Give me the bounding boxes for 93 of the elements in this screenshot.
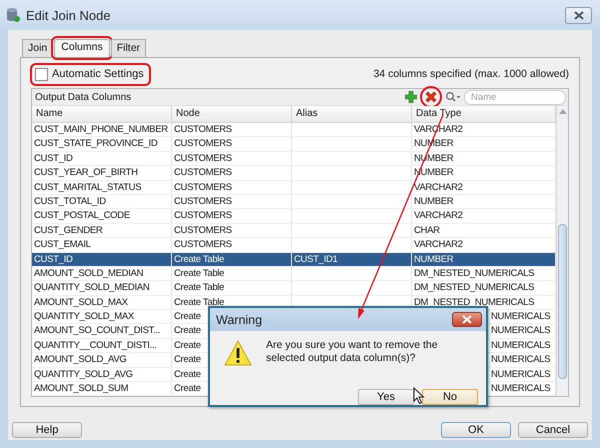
table-cell: CUSTOMERS <box>174 166 232 180</box>
delete-icon <box>425 91 437 103</box>
table-cell: AMOUNT_SOLD_SUM <box>34 382 128 396</box>
dialog-button[interactable]: No <box>422 389 478 405</box>
table-cell: QUANTITY_SOLD_AVG <box>34 368 133 381</box>
table-cell: CUST_ID <box>34 252 73 266</box>
table-cell: CUST_ID1 <box>294 252 338 266</box>
warning-icon <box>224 340 252 366</box>
table-cell: CUSTOMERS <box>174 152 232 165</box>
close-button[interactable] <box>452 312 482 327</box>
table-cell: QUANTITY_SOLD_MEDIAN <box>34 281 150 294</box>
close-icon <box>462 315 472 324</box>
table-cell: CUSTOMERS <box>174 238 232 252</box>
column-header[interactable]: Node <box>172 106 292 122</box>
column-count-text: 34 columns specified (max. 1000 allowed) <box>373 68 569 80</box>
dialog-button[interactable]: OK <box>441 422 511 438</box>
database-icon <box>6 7 20 23</box>
table-row[interactable]: CUST_MARITAL_STATUS CUSTOMERS VARCHAR2 <box>32 180 556 195</box>
table-cell: CUST_MARITAL_STATUS <box>34 180 142 194</box>
scrollbar-thumb[interactable] <box>558 224 567 379</box>
table-cell: CHAR <box>414 224 440 237</box>
table-cell: CUST_GENDER <box>34 224 102 237</box>
add-icon <box>404 91 416 103</box>
dialog-button[interactable]: Cancel <box>518 422 588 438</box>
table-cell: CUST_YEAR_OF_BIRTH <box>34 166 138 180</box>
table-cell: NUMERICALS <box>491 368 550 381</box>
table-cell: Create <box>174 368 201 381</box>
table-cell: NUMERICALS <box>491 353 550 366</box>
table-cell: Create Table <box>174 296 224 309</box>
scrollbar[interactable] <box>556 106 568 396</box>
window-title: Edit Join Node <box>26 8 112 22</box>
table-cell: CUSTOMERS <box>174 194 232 208</box>
table-cell: Create <box>174 310 201 324</box>
table-row[interactable]: CUST_ID Create Table CUST_ID1 NUMBER <box>32 252 556 267</box>
table-cell: CUST_EMAIL <box>34 238 91 252</box>
table-cell: CUST_POSTAL_CODE <box>34 209 130 222</box>
help-button[interactable]: Help <box>12 422 82 438</box>
table-row[interactable]: CUST_GENDER CUSTOMERS CHAR <box>32 224 556 238</box>
table-cell: NUMBER <box>414 194 454 208</box>
table-cell: CUSTOMERS <box>174 209 232 222</box>
table-cell: Create Table <box>174 266 224 280</box>
table-cell: Create Table <box>174 252 224 266</box>
dialog-message: Are you sure you want to remove the selected output data column(s)? <box>266 339 439 366</box>
table-cell: NUMERICALS <box>491 382 550 396</box>
dialog-title: Warning <box>216 312 264 326</box>
table-cell: CUST_TOTAL_ID <box>34 194 106 208</box>
table-cell: NUMERICALS <box>491 310 550 324</box>
table-cell: CUSTOMERS <box>174 180 232 194</box>
dialog-button[interactable]: Yes <box>358 389 414 405</box>
table-cell: CUST_MAIN_PHONE_NUMBER <box>34 123 168 136</box>
table-cell: VARCHAR2 <box>414 209 463 222</box>
table-cell: DM_NESTED_NUMERICALS <box>414 281 534 294</box>
table-cell: Create Table <box>174 281 224 294</box>
close-icon <box>574 10 584 20</box>
table-cell: CUSTOMERS <box>174 123 232 136</box>
table-row[interactable]: CUST_TOTAL_ID CUSTOMERS NUMBER <box>32 194 556 210</box>
mouse-pointer-icon <box>413 387 425 405</box>
table-row[interactable]: QUANTITY_SOLD_MEDIAN Create Table DM_NESTED_NUMERICALS <box>32 281 556 296</box>
table-row[interactable]: CUST_POSTAL_CODE CUSTOMERS VARCHAR2 <box>32 209 556 224</box>
table-cell: AMOUNT_SOLD_MEDIAN <box>34 266 144 280</box>
tab[interactable]: Join <box>22 39 54 57</box>
table-cell: Create <box>174 353 201 366</box>
close-button[interactable] <box>565 6 592 24</box>
table-cell: VARCHAR2 <box>414 238 463 252</box>
search-field[interactable]: Name <box>464 90 566 104</box>
search-icon[interactable] <box>445 91 461 103</box>
table-cell: CUST_ID <box>34 152 73 165</box>
table-cell: CUST_STATE_PROVINCE_ID <box>34 137 158 150</box>
table-cell: Create <box>174 382 201 396</box>
automatic-settings-checkbox[interactable]: Automatic Settings <box>33 66 148 82</box>
scroll-up-icon[interactable] <box>559 109 567 114</box>
table-cell: AMOUNT_SOLD_MAX <box>34 296 128 309</box>
table-cell: DM_NESTED_NUMERICALS <box>414 296 534 309</box>
table-cell: Create <box>174 338 201 352</box>
column-header[interactable]: Name <box>32 106 172 122</box>
tab[interactable]: Filter <box>110 39 146 57</box>
table-cell: NUMERICALS <box>491 338 550 352</box>
table-cell: QUANTITY_SOLD_MAX <box>34 310 134 324</box>
table-cell: NUMBER <box>414 252 454 266</box>
table-cell: QUANTITY__COUNT_DISTI... <box>34 338 157 352</box>
table-row[interactable]: AMOUNT_SOLD_MEDIAN Create Table DM_NESTED_NUMERICALS <box>32 266 556 282</box>
table-cell: DM_NESTED_NUMERICALS <box>414 266 534 280</box>
table-cell: CUSTOMERS <box>174 224 232 237</box>
table-cell: NUMERICALS <box>491 324 550 338</box>
table-cell: AMOUNT_SO_COUNT_DIST... <box>34 324 160 338</box>
table-cell: CUSTOMERS <box>174 137 232 150</box>
table-cell: VARCHAR2 <box>414 180 463 194</box>
table-cell: Create <box>174 324 201 338</box>
tab[interactable]: Columns <box>54 39 110 57</box>
column-header[interactable]: Alias <box>292 106 412 122</box>
section-title: Output Data Columns <box>35 92 132 102</box>
add-button[interactable] <box>403 90 418 104</box>
table-cell: AMOUNT_SOLD_AVG <box>34 353 126 366</box>
